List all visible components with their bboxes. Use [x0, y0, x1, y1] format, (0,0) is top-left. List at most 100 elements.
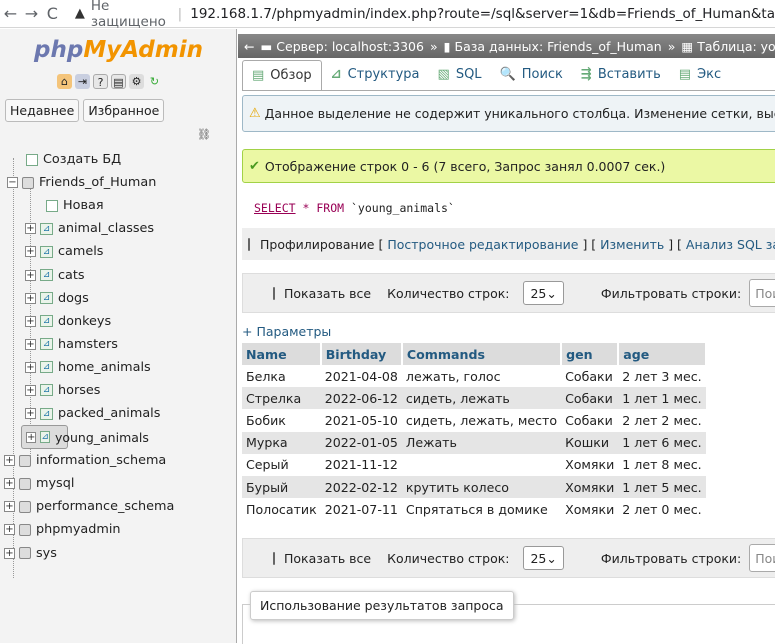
cell[interactable]: 2022-06-12 — [320, 387, 402, 410]
cell[interactable]: Белка — [242, 365, 321, 388]
table-item[interactable]: + ⊿ hamsters — [0, 333, 237, 356]
cell[interactable]: 1 лет 1 мес. — [618, 387, 706, 410]
cell[interactable]: 2 лет 2 мес. — [618, 409, 706, 432]
table-item[interactable]: + ⊿ packed_animals — [0, 402, 237, 425]
cell[interactable]: лежать, голос — [401, 365, 562, 388]
expand-icon[interactable]: + — [4, 478, 15, 490]
cell[interactable]: Хомяки — [561, 498, 619, 521]
forward-icon[interactable]: → — [21, 4, 42, 23]
breadcrumb-server[interactable]: Сервер: localhost:3306 — [276, 39, 424, 54]
reload-icon[interactable]: C — [42, 4, 63, 23]
table-row[interactable]: Бобик 2021-05-10 сидеть, лежать, место Соба… — [242, 409, 706, 432]
table-item[interactable]: + ⊿ dogs — [0, 287, 237, 310]
cell[interactable]: Собаки — [561, 365, 619, 388]
cell[interactable]: Бурый — [242, 475, 321, 499]
home-icon[interactable]: ⌂ — [57, 74, 72, 89]
help-icon[interactable]: ? — [93, 74, 108, 89]
db-item[interactable]: + performance_schema — [0, 495, 237, 518]
tab-browse[interactable]: ▤ Обзор — [242, 60, 322, 90]
show-all-label[interactable]: Показать все — [284, 286, 371, 301]
collapse-arrow-icon[interactable]: ← — [244, 39, 254, 54]
cell[interactable]: Хомяки — [561, 453, 619, 476]
parameters-toggle[interactable]: + Параметры — [242, 324, 331, 339]
column-header[interactable]: Birthday — [320, 343, 403, 365]
expand-icon[interactable]: + — [25, 315, 36, 327]
expand-icon[interactable]: + — [25, 269, 36, 281]
profiling-label[interactable]: Профилирование — [260, 237, 375, 252]
tab-sql[interactable]: ▧ SQL — [429, 60, 491, 90]
table-item[interactable]: + ⊿ home_animals — [0, 356, 237, 379]
back-icon[interactable]: ← — [0, 4, 21, 23]
cell[interactable]: 2021-11-12 — [320, 453, 402, 476]
table-item[interactable]: + ⊿ animal_classes — [0, 217, 237, 240]
sql-query[interactable]: SELECT * FROM `young_animals` — [242, 185, 775, 227]
table-row[interactable]: Мурка 2022-01-05 Лежать Кошки 1 лет 6 мес. — [242, 431, 706, 454]
cell[interactable]: 1 лет 5 мес. — [618, 475, 706, 499]
sql-select[interactable]: SELECT — [254, 201, 296, 215]
favorites-button[interactable]: Избранное — [83, 99, 165, 122]
rows-select[interactable]: 25 ⌄ — [523, 281, 564, 305]
expand-icon[interactable]: + — [4, 524, 15, 536]
column-header[interactable]: Name — [242, 343, 322, 365]
refresh-icon[interactable]: ↻ — [147, 74, 162, 89]
expand-icon[interactable]: + — [4, 547, 15, 559]
show-all-checkbox[interactable] — [273, 551, 275, 565]
expand-icon[interactable]: + — [4, 455, 15, 467]
db-item[interactable]: + phpmyadmin — [0, 518, 237, 541]
cell[interactable]: 2022-02-12 — [320, 475, 402, 499]
recent-button[interactable]: Недавнее — [5, 99, 80, 122]
create-db-item[interactable]: Создать БД — [0, 148, 237, 171]
table-item[interactable]: + ⊿ cats — [0, 263, 237, 286]
show-all-checkbox[interactable] — [273, 286, 275, 300]
show-all-label[interactable]: Показать все — [284, 551, 371, 566]
gear-icon[interactable]: ⚙ — [129, 74, 144, 89]
cell[interactable]: сидеть, лежать — [401, 387, 562, 410]
cell[interactable]: 2 лет 0 мес. — [618, 498, 706, 521]
security-label[interactable]: Не защищено — [91, 0, 170, 30]
docs-icon[interactable]: ▤ — [111, 74, 126, 89]
cell[interactable]: 1 лет 8 мес. — [618, 453, 706, 476]
db-item-friends-of-human[interactable]: − Friends_of_Human — [0, 171, 237, 194]
expand-icon[interactable]: + — [25, 292, 36, 304]
expand-icon[interactable]: + — [25, 384, 36, 396]
cell[interactable]: сидеть, лежать, место — [401, 409, 562, 432]
filter-input[interactable]: Поис — [749, 544, 775, 572]
table-row[interactable]: Бурый 2022-02-12 крутить колесо Хомяки 1 лет… — [242, 475, 706, 499]
breadcrumb-table[interactable]: Таблица: yo — [697, 39, 775, 54]
cell[interactable]: 2021-04-08 — [320, 365, 402, 388]
table-item[interactable]: + ⊿ donkeys — [0, 310, 237, 333]
link-icon[interactable]: ⛓ — [197, 128, 211, 141]
cell[interactable]: 2022-01-05 — [320, 431, 402, 454]
expand-icon[interactable]: + — [26, 431, 37, 443]
cell[interactable]: крутить колесо — [401, 475, 562, 499]
inline-edit-link[interactable]: Построчное редактирование — [387, 237, 578, 252]
table-item-selected[interactable]: + ⊿ young_animals — [21, 425, 149, 450]
expand-icon[interactable]: + — [25, 408, 36, 420]
new-table-item[interactable]: Новая — [0, 194, 237, 217]
edit-link[interactable]: Изменить — [600, 237, 664, 252]
profiling-checkbox[interactable] — [248, 237, 250, 251]
table-item[interactable]: + ⊿ camels — [0, 240, 237, 263]
cell[interactable] — [401, 453, 562, 476]
address-bar[interactable]: 192.168.1.7/phpmyadmin/index.php?route=/… — [190, 6, 775, 22]
expand-icon[interactable]: + — [4, 501, 15, 513]
cell[interactable]: Спрятаться в домике — [401, 498, 562, 521]
cell[interactable]: 2021-07-11 — [320, 498, 402, 521]
expand-icon[interactable]: + — [25, 338, 36, 350]
cell[interactable]: Хомяки — [561, 475, 619, 499]
phpmyadmin-logo[interactable]: phpMyAdmin — [0, 37, 237, 63]
expand-icon[interactable]: + — [25, 246, 36, 258]
table-item[interactable]: + ⊿ horses — [0, 379, 237, 402]
warning-triangle-icon[interactable]: ▲ — [75, 6, 85, 21]
tab-export[interactable]: ▤ Экс — [670, 60, 730, 90]
column-header[interactable]: age — [618, 343, 707, 365]
cell[interactable]: Полосатик — [242, 498, 321, 521]
expand-icon[interactable]: + — [25, 361, 36, 373]
cell[interactable]: Собаки — [561, 387, 619, 410]
cell[interactable]: 2 лет 3 мес. — [618, 365, 706, 388]
cell[interactable]: Серый — [242, 453, 321, 476]
table-row[interactable]: Полосатик 2021-07-11 Спрятаться в домике Хо… — [242, 498, 706, 521]
cell[interactable]: Бобик — [242, 409, 321, 432]
table-row[interactable]: Стрелка 2022-06-12 сидеть, лежать Собаки 1 л… — [242, 387, 706, 410]
cell[interactable]: 2021-05-10 — [320, 409, 402, 432]
